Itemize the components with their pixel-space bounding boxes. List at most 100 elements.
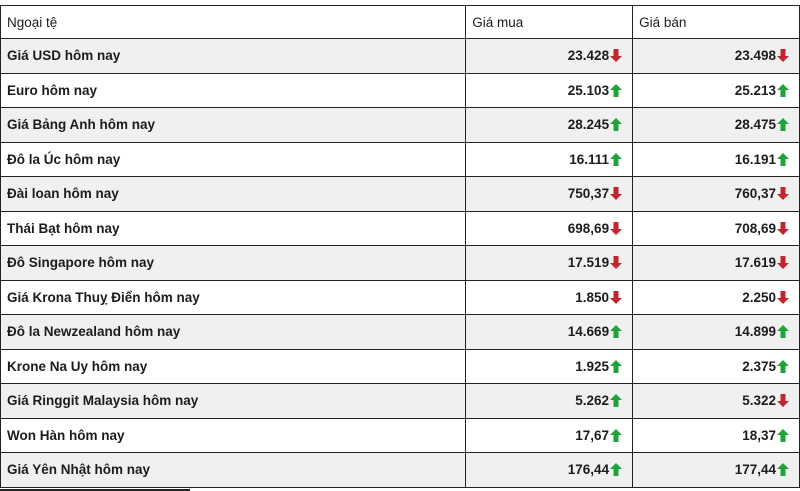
currency-name: Giá Krona Thuỵ Điển hôm nay [0,279,467,315]
currency-name: Krone Na Uy hôm nay [0,348,467,384]
sell-price-value: 708,69 [734,220,776,236]
buy-price-value: 1.850 [575,289,610,305]
buy-price-value: 1.925 [575,358,610,374]
arrow-up-icon [777,359,789,373]
sell-price-cell: 23.498 [632,38,800,74]
arrow-up-icon [777,428,789,442]
buy-price-cell: 1.925 [465,348,634,384]
sell-price-cell: 25.213 [632,72,800,108]
header-buy-price: Giá mua [465,5,634,39]
buy-price-cell: 1.850 [465,279,634,315]
arrow-down-icon [777,221,789,235]
sell-price-value: 16.191 [734,151,776,167]
buy-price-value: 16.111 [569,151,610,167]
header-sell-price: Giá bán [632,5,800,39]
currency-name: Giá Yên Nhật hôm nay [0,452,467,488]
sell-price-value: 17.619 [734,255,776,271]
arrow-up-icon [610,325,623,339]
buy-price-cell: 17.519 [465,245,634,281]
buy-price-value: 176,44 [567,462,610,478]
arrow-up-icon [610,428,623,442]
sell-price-cell: 18,37 [632,417,800,453]
sell-price-cell: 760,37 [632,176,800,212]
arrow-down-icon [610,187,623,201]
arrow-down-icon [777,290,789,304]
currency-name: Đô Singapore hôm nay [0,245,467,281]
table-body: Giá USD hôm nay 23.428 23.498 Euro hôm nay 2… [0,38,800,488]
arrow-up-icon [777,152,789,166]
arrow-up-icon [777,325,789,339]
sell-price-value: 25.213 [734,82,776,98]
sell-price-cell: 177,44 [632,452,800,488]
sell-price-cell: 708,69 [632,210,800,246]
arrow-up-icon [610,463,623,477]
buy-price-value: 23.428 [567,48,610,64]
sell-price-value: 2.375 [742,358,776,374]
table-row: Won Hàn hôm nay 17,67 18,37 [0,417,800,453]
table-row: Euro hôm nay 25.103 25.213 [0,72,800,108]
buy-price-value: 698,69 [567,220,610,236]
table-row: Krone Na Uy hôm nay 1.925 2.375 [0,348,800,384]
buy-price-value: 5.262 [575,393,610,409]
buy-price-cell: 17,67 [465,417,634,453]
buy-price-value: 17,67 [575,427,610,443]
currency-name: Won Hàn hôm nay [0,417,467,453]
arrow-up-icon [777,463,789,477]
sell-price-value: 14.899 [734,324,776,340]
buy-price-cell: 25.103 [465,72,634,108]
table-row: Giá Bảng Anh hôm nay 28.245 28.475 [0,107,800,143]
buy-price-cell: 698,69 [465,210,634,246]
sell-price-cell: 5.322 [632,383,800,419]
sell-price-cell: 2.250 [632,279,800,315]
currency-name: Euro hôm nay [0,72,467,108]
header-currency: Ngoại tệ [0,5,467,39]
arrow-down-icon [777,187,789,201]
currency-name: Đô la Úc hôm nay [0,141,467,177]
table-header-row: Ngoại tệ Giá mua Giá bán [0,5,800,39]
table-row: Giá Ringgit Malaysia hôm nay 5.262 5.322 [0,383,800,419]
exchange-rate-table: Ngoại tệ Giá mua Giá bán Giá USD hôm nay… [0,5,800,488]
buy-price-cell: 14.669 [465,314,634,350]
table-row: Giá Yên Nhật hôm nay 176,44 177,44 [0,452,800,488]
currency-name: Đài loan hôm nay [0,176,467,212]
table-row: Thái Bạt hôm nay 698,69 708,69 [0,210,800,246]
currency-name: Thái Bạt hôm nay [0,210,467,246]
buy-price-cell: 750,37 [465,176,634,212]
sell-price-cell: 28.475 [632,107,800,143]
currency-name: Giá USD hôm nay [0,38,467,74]
currency-name: Giá Ringgit Malaysia hôm nay [0,383,467,419]
sell-price-value: 2.250 [742,289,776,305]
sell-price-cell: 14.899 [632,314,800,350]
arrow-up-icon [610,359,623,373]
buy-price-value: 17.519 [567,255,610,271]
sell-price-cell: 16.191 [632,141,800,177]
buy-price-cell: 5.262 [465,383,634,419]
arrow-up-icon [610,83,623,97]
table-row: Đài loan hôm nay 750,37 760,37 [0,176,800,212]
table-row: Đô la Úc hôm nay 16.111 16.191 [0,141,800,177]
arrow-down-icon [777,49,789,63]
table-row: Giá Krona Thuỵ Điển hôm nay 1.850 2.250 [0,279,800,315]
arrow-up-icon [610,152,623,166]
arrow-down-icon [610,256,623,270]
currency-name: Đô la Newzealand hôm nay [0,314,467,350]
arrow-up-icon [610,118,623,132]
sell-price-value: 5.322 [742,393,776,409]
table-row: Giá USD hôm nay 23.428 23.498 [0,38,800,74]
sell-price-cell: 17.619 [632,245,800,281]
arrow-up-icon [777,118,789,132]
buy-price-cell: 28.245 [465,107,634,143]
arrow-down-icon [610,49,623,63]
buy-price-cell: 16.111 [465,141,634,177]
sell-price-cell: 2.375 [632,348,800,384]
arrow-down-icon [610,290,623,304]
sell-price-value: 18,37 [742,427,776,443]
arrow-up-icon [777,83,789,97]
sell-price-value: 177,44 [734,462,776,478]
arrow-up-icon [610,394,623,408]
buy-price-value: 25.103 [567,82,610,98]
table-row: Đô Singapore hôm nay 17.519 17.619 [0,245,800,281]
buy-price-value: 28.245 [567,117,610,133]
buy-price-value: 14.669 [567,324,610,340]
arrow-down-icon [777,394,789,408]
